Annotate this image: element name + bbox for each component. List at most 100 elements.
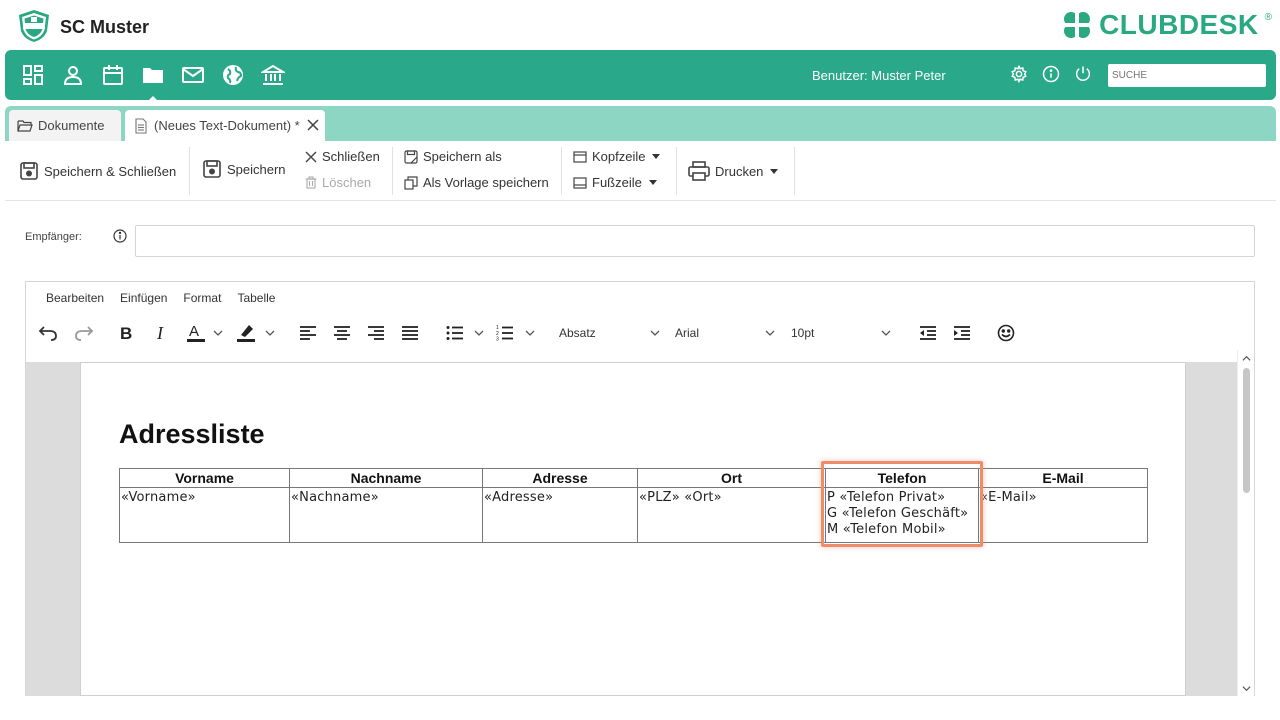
save-as-icon: [404, 149, 418, 164]
caret-down-icon: [648, 180, 657, 185]
caret-down-icon: [770, 168, 779, 174]
italic-icon[interactable]: I: [155, 322, 169, 344]
club-logo[interactable]: [16, 9, 52, 43]
column-header[interactable]: Nachname: [289, 468, 483, 488]
table-cell[interactable]: «Vorname»: [119, 487, 290, 543]
block-format-select[interactable]: Absatz: [559, 322, 596, 344]
menu-format[interactable]: Format: [183, 291, 221, 305]
document-page[interactable]: Adressliste Vorname Nachname Adresse Ort…: [80, 362, 1186, 696]
chevron-down-icon[interactable]: [1242, 684, 1251, 693]
table-cell[interactable]: «PLZ» «Ort»: [637, 487, 826, 543]
chevron-down-icon[interactable]: [650, 322, 660, 344]
phone-mobile-field: M «Telefon Mobil»: [827, 522, 946, 537]
emoji-icon[interactable]: [997, 322, 1015, 344]
align-center-icon[interactable]: [333, 322, 351, 344]
table-cell[interactable]: «E-Mail»: [978, 487, 1148, 543]
svg-text:3: 3: [496, 337, 499, 342]
bank-icon[interactable]: [261, 63, 285, 87]
search-input[interactable]: [1108, 64, 1266, 87]
tab-new-text-document-label: (Neues Text-Dokument) *: [154, 118, 300, 133]
tab-new-text-document[interactable]: (Neues Text-Dokument) *: [125, 110, 325, 141]
save-as-template-button[interactable]: Als Vorlage speichern: [404, 175, 549, 190]
club-name: SC Muster: [60, 17, 150, 37]
header-dropdown[interactable]: Kopfzeile: [573, 149, 661, 164]
document-toolbar: Speichern & Schließen Speichern Schließe…: [5, 141, 1276, 201]
document-icon: [133, 117, 149, 134]
font-family-select[interactable]: Arial: [675, 322, 699, 344]
indent-icon[interactable]: [953, 322, 971, 344]
chevron-down-icon[interactable]: [265, 322, 275, 344]
document-title: Adressliste: [119, 419, 265, 449]
column-header[interactable]: Adresse: [482, 468, 638, 488]
save-icon: [19, 161, 39, 181]
save-close-button[interactable]: Speichern & Schließen: [19, 161, 176, 181]
scrollbar-thumb[interactable]: [1243, 368, 1250, 493]
folder-open-icon: [17, 118, 33, 134]
align-right-icon[interactable]: [367, 322, 385, 344]
tab-documents[interactable]: Dokumente: [9, 110, 121, 141]
phone-private-field: P «Telefon Privat»: [827, 490, 946, 505]
tab-bar: Dokumente (Neues Text-Dokument) *: [5, 106, 1276, 141]
chevron-up-icon[interactable]: [1242, 354, 1251, 363]
clubdesk-brand[interactable]: CLUBDESK ®: [1061, 8, 1272, 42]
redo-icon[interactable]: [74, 322, 94, 344]
power-icon[interactable]: [1074, 65, 1092, 83]
globe-icon[interactable]: [221, 63, 245, 87]
print-dropdown[interactable]: Drucken: [688, 161, 779, 181]
close-button[interactable]: Schließen: [305, 149, 380, 164]
table-cell-phone[interactable]: P «Telefon Privat» G «Telefon Geschäft» …: [825, 487, 979, 543]
chevron-down-icon[interactable]: [525, 322, 535, 344]
chevron-down-icon[interactable]: [765, 322, 775, 344]
editor-menubar: Bearbeiten Einfügen Format Tabelle: [46, 291, 275, 305]
header-layout-icon: [573, 150, 587, 163]
menu-table[interactable]: Tabelle: [237, 291, 275, 305]
calendar-icon[interactable]: [101, 63, 125, 87]
info-icon[interactable]: [113, 229, 127, 243]
column-header[interactable]: E-Mail: [978, 468, 1148, 488]
highlight-color-icon[interactable]: [236, 322, 258, 344]
recipient-input[interactable]: [135, 225, 1255, 257]
font-size-select[interactable]: 10pt: [791, 322, 814, 344]
address-table[interactable]: Vorname Nachname Adresse Ort Telefon E-M…: [119, 468, 1148, 543]
column-header[interactable]: Telefon: [825, 468, 979, 488]
chevron-down-icon[interactable]: [213, 322, 223, 344]
trash-icon: [305, 176, 317, 189]
column-header[interactable]: Vorname: [119, 468, 290, 488]
info-icon[interactable]: [1042, 65, 1060, 83]
numbered-list-icon[interactable]: 123: [496, 322, 514, 344]
outdent-icon[interactable]: [919, 322, 937, 344]
close-tab-icon[interactable]: [305, 117, 321, 133]
table-cell[interactable]: «Nachname»: [289, 487, 483, 543]
column-header[interactable]: Ort: [637, 468, 826, 488]
menu-edit[interactable]: Bearbeiten: [46, 291, 104, 305]
gear-icon[interactable]: [1010, 65, 1028, 83]
delete-button[interactable]: Löschen: [305, 175, 371, 190]
footer-dropdown[interactable]: Fußzeile: [573, 175, 657, 190]
undo-icon[interactable]: [38, 322, 58, 344]
table-cell[interactable]: «Adresse»: [482, 487, 638, 543]
save-icon: [202, 159, 222, 179]
justify-icon[interactable]: [401, 322, 419, 344]
svg-text:B: B: [120, 324, 132, 343]
mail-icon[interactable]: [181, 63, 205, 87]
folder-icon[interactable]: [141, 63, 165, 101]
align-left-icon[interactable]: [299, 322, 317, 344]
save-button[interactable]: Speichern: [202, 159, 286, 179]
menu-insert[interactable]: Einfügen: [120, 291, 167, 305]
text-color-icon[interactable]: A: [186, 322, 208, 344]
table-row: «Vorname» «Nachname» «Adresse» «PLZ» «Or…: [119, 487, 1148, 543]
vertical-scrollbar[interactable]: [1237, 350, 1254, 696]
current-user: Benutzer: Muster Peter: [812, 68, 946, 83]
bold-icon[interactable]: B: [119, 322, 135, 344]
chevron-down-icon[interactable]: [474, 322, 484, 344]
bullet-list-icon[interactable]: [446, 322, 464, 344]
text-editor: Bearbeiten Einfügen Format Tabelle B I A: [25, 281, 1255, 696]
footer-layout-icon: [573, 176, 587, 189]
brand-registered-mark: ®: [1264, 12, 1272, 23]
dashboard-icon[interactable]: [21, 63, 45, 87]
save-as-button[interactable]: Speichern als: [404, 149, 502, 164]
chevron-down-icon[interactable]: [881, 322, 891, 344]
brand-name: CLUBDESK: [1099, 9, 1259, 40]
person-icon[interactable]: [61, 63, 85, 87]
clover-icon: [1061, 9, 1093, 41]
